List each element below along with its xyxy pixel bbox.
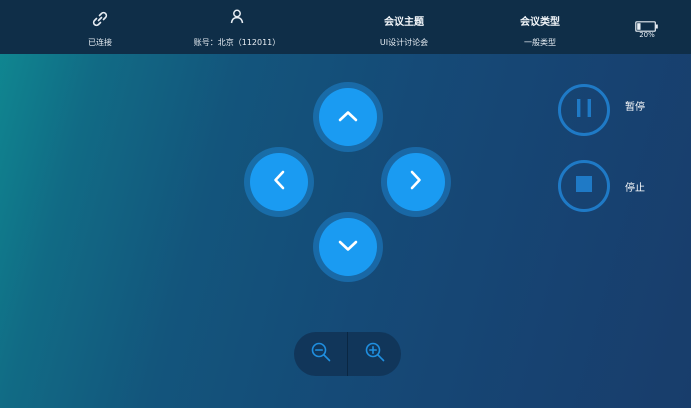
meeting-type-title: 会议类型: [520, 17, 560, 28]
battery-status: 20%: [622, 0, 672, 54]
move-down-button[interactable]: [313, 212, 383, 282]
pause-icon: [575, 97, 593, 123]
meeting-type-value: 一般类型: [524, 38, 556, 47]
pause-button[interactable]: [558, 84, 610, 136]
stop-button[interactable]: [558, 160, 610, 212]
stop-label: 停止: [625, 183, 645, 194]
connection-label: 已连接: [88, 38, 112, 47]
meeting-topic-title: 会议主题: [384, 17, 424, 28]
move-right-button[interactable]: [381, 147, 451, 217]
zoom-out-button[interactable]: [294, 332, 347, 376]
meeting-topic: 会议主题 UI设计讨论会: [354, 0, 454, 54]
meeting-topic-value: UI设计讨论会: [379, 38, 429, 47]
chevron-right-icon: [409, 169, 423, 195]
pause-label: 暂停: [625, 102, 645, 113]
move-up-button[interactable]: [313, 82, 383, 152]
battery-fill: [637, 23, 641, 30]
zoom-in-icon: [364, 341, 386, 367]
link-icon: [91, 10, 109, 32]
connection-status: 已连接: [60, 0, 140, 54]
status-bar: 已连接 账号：北京（112011） 会议主题 UI设计讨论会 会议类型 一般类型: [0, 0, 691, 54]
account-info: 账号：北京（112011）: [187, 0, 287, 54]
account-label: 账号：北京（112011）: [193, 38, 281, 47]
zoom-controls: [294, 332, 401, 376]
stop-icon: [575, 175, 593, 197]
chevron-down-icon: [337, 238, 359, 257]
move-left-button[interactable]: [244, 147, 314, 217]
battery-percent: 20%: [639, 31, 655, 39]
user-icon: [229, 8, 245, 28]
meeting-type: 会议类型 一般类型: [490, 0, 590, 54]
zoom-out-icon: [310, 341, 332, 367]
zoom-in-button[interactable]: [348, 332, 401, 376]
chevron-left-icon: [272, 169, 286, 195]
chevron-up-icon: [337, 108, 359, 127]
